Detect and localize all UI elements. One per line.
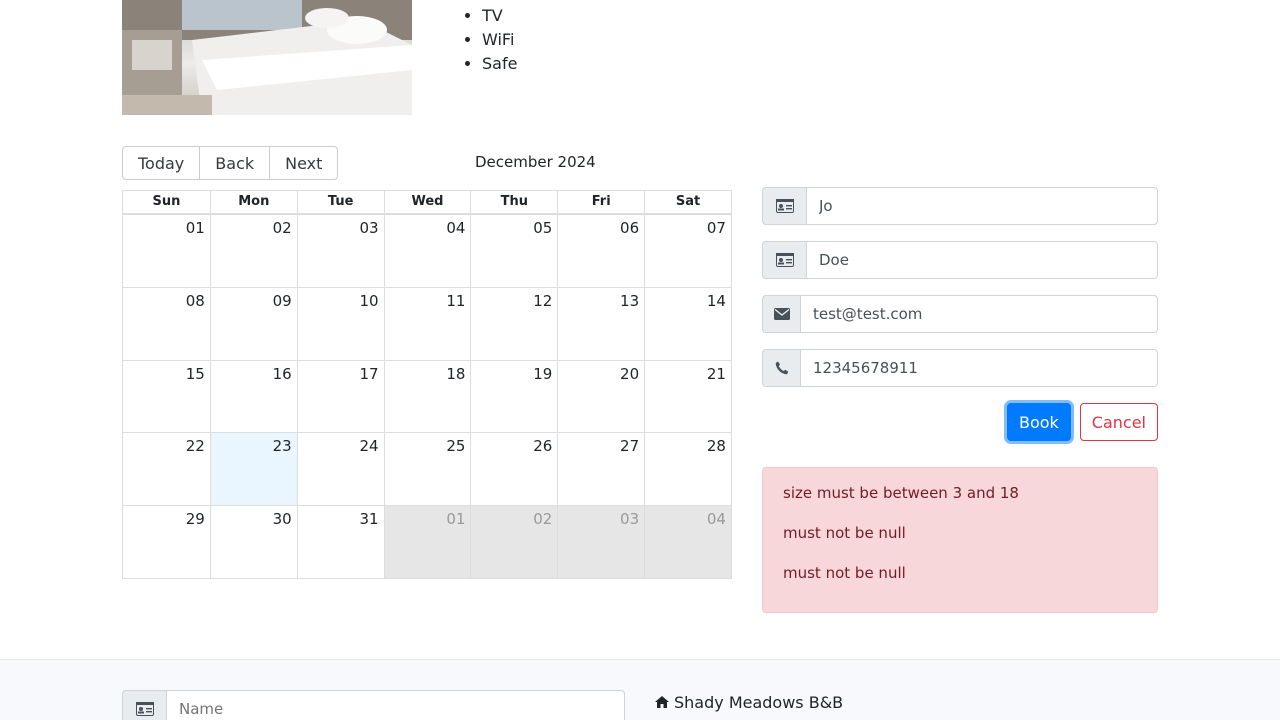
calendar-day[interactable]: 26 [470, 433, 557, 506]
envelope-icon [762, 295, 800, 333]
home-icon [655, 693, 669, 712]
cancel-button[interactable]: Cancel [1079, 403, 1158, 441]
feature-item: WiFi [482, 28, 517, 52]
error-message: must not be null [783, 564, 906, 582]
calendar-day[interactable]: 06 [557, 215, 644, 287]
today-button[interactable]: Today [122, 146, 201, 180]
error-message: size must be between 3 and 18 [783, 484, 1019, 502]
calendar-day[interactable]: 19 [470, 360, 557, 433]
calendar-day[interactable]: 10 [296, 287, 384, 360]
calendar-day[interactable]: 02 [209, 215, 297, 287]
calendar-day[interactable]: 04 [383, 215, 471, 287]
booking-form: Book Cancel [762, 187, 1158, 441]
calendar-day[interactable]: 16 [209, 360, 297, 433]
calendar-day[interactable]: 30 [209, 506, 297, 578]
phone-group [762, 349, 1158, 387]
calendar-day[interactable]: 03 [296, 215, 384, 287]
calendar-day-off-range[interactable]: 03 [557, 506, 645, 578]
room-features-list: TV WiFi Safe [482, 4, 517, 76]
calendar-day-off-range[interactable]: 04 [644, 506, 731, 578]
firstname-input[interactable] [806, 187, 1158, 225]
phone-input[interactable] [800, 349, 1158, 387]
weekday-header: Thu [470, 191, 557, 213]
calendar-week: 22 23 24 25 26 27 28 [123, 432, 731, 506]
calendar-month-label: December 2024 [475, 153, 596, 171]
footer-brand: Shady Meadows B&B [655, 693, 843, 712]
id-card-icon [762, 187, 806, 225]
calendar-day[interactable]: 11 [383, 287, 471, 360]
calendar-toolbar: Today Back Next [122, 146, 339, 180]
calendar-day[interactable]: 29 [123, 506, 210, 578]
weekday-header: Mon [209, 191, 297, 213]
calendar-day[interactable]: 21 [644, 360, 731, 433]
next-button[interactable]: Next [269, 146, 339, 180]
weekday-header: Fri [557, 191, 644, 213]
calendar-day[interactable]: 18 [383, 360, 471, 433]
weekday-header: Wed [383, 191, 471, 213]
weekday-header: Sat [644, 191, 731, 213]
calendar-day[interactable]: 09 [209, 287, 297, 360]
calendar-day[interactable]: 15 [123, 361, 210, 433]
calendar-header: Sun Mon Tue Wed Thu Fri Sat [123, 191, 731, 214]
calendar-day[interactable]: 08 [123, 288, 210, 360]
calendar-day[interactable]: 25 [383, 433, 471, 506]
calendar-week: 08 09 10 11 12 13 14 [123, 286, 731, 360]
calendar-day[interactable]: 20 [557, 360, 644, 433]
lastname-group [762, 241, 1158, 279]
weekday-header: Tue [296, 191, 384, 213]
calendar-day[interactable]: 05 [470, 215, 557, 287]
email-input[interactable] [800, 295, 1158, 333]
calendar-day[interactable]: 12 [470, 287, 557, 360]
calendar-day[interactable]: 22 [123, 433, 210, 505]
room-image [122, 0, 412, 115]
footer: Shady Meadows B&B [0, 659, 1280, 720]
error-message: must not be null [783, 524, 906, 542]
calendar-week: 29 30 31 01 02 03 04 [123, 505, 731, 578]
lastname-input[interactable] [806, 241, 1158, 279]
book-button[interactable]: Book [1006, 403, 1071, 441]
id-card-icon [762, 241, 806, 279]
booking-calendar: Sun Mon Tue Wed Thu Fri Sat 01 02 03 04 … [122, 190, 732, 579]
error-alert: size must be between 3 and 18 must not b… [762, 467, 1158, 613]
calendar-day[interactable]: 31 [296, 506, 384, 578]
calendar-day[interactable]: 24 [296, 433, 384, 506]
calendar-week: 01 02 03 04 05 06 07 [123, 214, 731, 287]
calendar-day[interactable]: 07 [644, 215, 731, 287]
back-button[interactable]: Back [199, 146, 271, 180]
calendar-week: 15 16 17 18 19 20 21 [123, 359, 731, 433]
booking-actions: Book Cancel [762, 403, 1158, 441]
calendar-day[interactable]: 01 [123, 215, 210, 287]
firstname-group [762, 187, 1158, 225]
calendar-day[interactable]: 14 [644, 287, 731, 360]
contact-name-input[interactable] [166, 690, 625, 720]
feature-item: TV [482, 4, 517, 28]
calendar-day[interactable]: 17 [296, 360, 384, 433]
calendar-day-off-range[interactable]: 02 [470, 506, 558, 578]
calendar-day[interactable]: 28 [644, 433, 731, 506]
id-card-icon [122, 690, 166, 720]
contact-name-group [122, 690, 625, 720]
email-group [762, 295, 1158, 333]
feature-item: Safe [482, 52, 517, 76]
calendar-day-off-range[interactable]: 01 [383, 506, 471, 578]
phone-icon [762, 349, 800, 387]
calendar-day-today[interactable]: 23 [209, 433, 297, 506]
calendar-day[interactable]: 27 [557, 433, 644, 506]
calendar-day[interactable]: 13 [557, 287, 644, 360]
weekday-header: Sun [152, 194, 181, 209]
brand-name: Shady Meadows B&B [674, 693, 844, 712]
